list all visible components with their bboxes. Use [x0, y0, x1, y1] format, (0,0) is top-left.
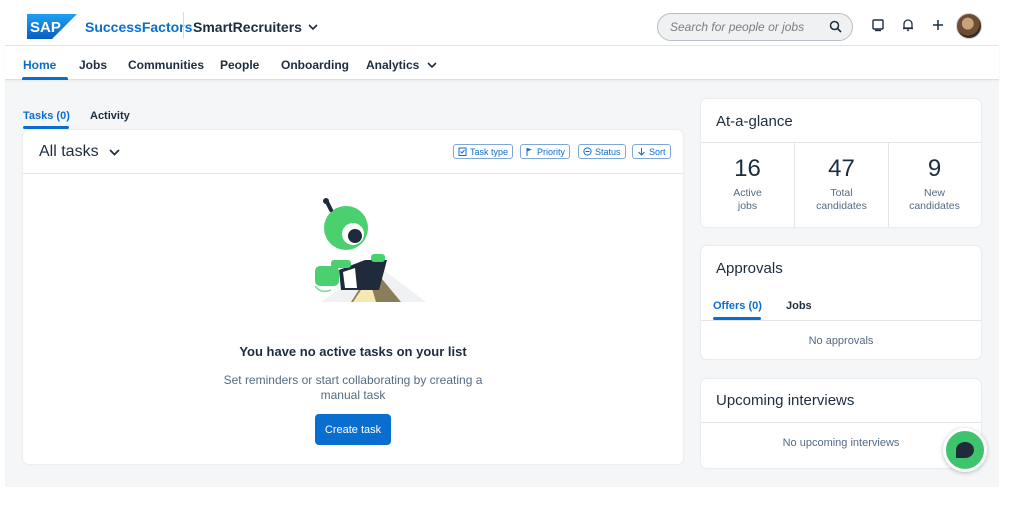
search-icon[interactable] [829, 20, 842, 33]
stat-label: New candidates [909, 187, 960, 212]
tab-approval-jobs[interactable]: Jobs [786, 300, 812, 312]
sap-logo[interactable]: SAP [27, 14, 77, 39]
nav-jobs[interactable]: Jobs [79, 58, 107, 72]
filter-task-type-label: Task type [470, 146, 509, 157]
stat-label: Active jobs [733, 187, 762, 212]
chevron-down-icon [108, 148, 120, 156]
stat-value: 16 [734, 155, 761, 182]
nav-home[interactable]: Home [23, 58, 56, 72]
filter-sort-label: Sort [649, 146, 666, 157]
filter-status-label: Status [595, 146, 621, 157]
product-name: SmartRecruiters [193, 19, 302, 35]
upcoming-interviews-card: Upcoming interviews No upcoming intervie… [701, 379, 981, 468]
chat-bubble-icon [956, 442, 974, 458]
approvals-card: Approvals Offers (0) Jobs No approvals [701, 246, 981, 359]
flag-icon [526, 148, 532, 156]
tasks-card: All tasks Task type Priority Status Sort [23, 130, 683, 464]
chevron-down-icon [427, 61, 437, 68]
nav-onboarding[interactable]: Onboarding [281, 58, 349, 72]
tasks-card-header: All tasks Task type Priority Status Sort [23, 130, 683, 174]
all-tasks-dropdown[interactable]: All tasks [39, 143, 120, 161]
header-divider [183, 12, 184, 38]
create-task-button[interactable]: Create task [315, 414, 391, 445]
top-navigation: Home Jobs Communities People Onboarding … [5, 46, 999, 80]
stat-new-candidates[interactable]: 9 New candidates [888, 143, 981, 227]
card-divider [701, 320, 981, 321]
search-box[interactable] [657, 13, 853, 41]
shell-header: SAP SuccessFactors SmartRecruiters [5, 0, 999, 46]
bell-icon[interactable] [901, 18, 915, 32]
empty-state-title: You have no active tasks on your list [239, 344, 467, 359]
filter-priority-label: Priority [537, 146, 566, 157]
nav-active-indicator [22, 77, 68, 80]
tab-activity[interactable]: Activity [90, 110, 130, 122]
nav-communities[interactable]: Communities [128, 58, 204, 72]
user-avatar[interactable] [956, 13, 982, 39]
no-approvals-message: No approvals [808, 335, 874, 347]
no-interviews-message: No upcoming interviews [782, 437, 900, 449]
nav-people[interactable]: People [220, 58, 259, 72]
card-divider [701, 422, 981, 423]
approvals-title: Approvals [716, 260, 783, 277]
all-tasks-label: All tasks [39, 143, 99, 160]
product-switcher[interactable]: SmartRecruiters [193, 19, 318, 35]
filter-status[interactable]: Status [578, 144, 626, 159]
robot-illustration [314, 198, 426, 302]
arrow-down-icon [638, 148, 645, 156]
nav-analytics[interactable]: Analytics [366, 58, 437, 72]
search-input[interactable] [658, 14, 818, 40]
brand-name[interactable]: SuccessFactors [85, 19, 192, 35]
chevron-down-icon [308, 23, 318, 30]
nav-analytics-label: Analytics [366, 58, 420, 72]
stat-value: 9 [927, 155, 942, 182]
stat-active-jobs[interactable]: 16 Active jobs [701, 143, 794, 227]
tab-tasks[interactable]: Tasks (0) [23, 110, 70, 122]
upcoming-interviews-title: Upcoming interviews [716, 392, 855, 409]
stat-total-candidates[interactable]: 47 Total candidates [795, 143, 888, 227]
at-a-glance-title: At-a-glance [716, 113, 793, 130]
filter-task-type[interactable]: Task type [453, 144, 514, 159]
stat-value: 47 [828, 155, 855, 182]
status-circle-icon [583, 147, 592, 156]
plus-icon[interactable] [931, 18, 945, 32]
svg-text:SAP: SAP [30, 19, 61, 36]
at-a-glance-card: At-a-glance 16 Active jobs 47 Total cand… [701, 99, 981, 227]
tab-active-indicator [23, 126, 69, 129]
tab-offers[interactable]: Offers (0) [713, 300, 762, 312]
notes-icon[interactable] [871, 18, 885, 32]
clipboard-icon [458, 147, 467, 156]
app-frame: SAP SuccessFactors SmartRecruiters Home … [5, 0, 999, 487]
filter-priority[interactable]: Priority [520, 144, 571, 159]
stat-label: Total candidates [816, 187, 867, 212]
filter-sort[interactable]: Sort [632, 144, 671, 159]
chat-button[interactable] [943, 428, 987, 472]
empty-state-description: Set reminders or start collaborating by … [223, 373, 483, 402]
